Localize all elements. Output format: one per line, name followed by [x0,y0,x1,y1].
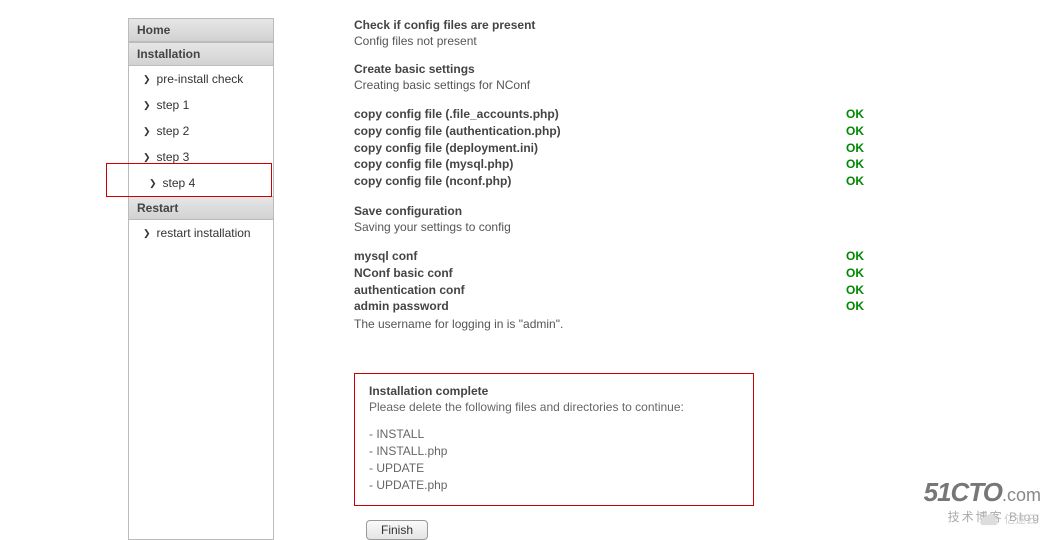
row-label: copy config file (nconf.php) [354,173,511,190]
chevron-right-icon: ❯ [143,127,151,136]
sidebar-item-restart[interactable]: ❯ restart installation [129,220,273,246]
chevron-right-icon: ❯ [143,75,151,84]
nav-header-installation: Installation [129,42,273,66]
sidebar-item-label: step 1 [157,98,190,112]
delete-file: - INSTALL.php [369,443,739,460]
status-ok: OK [846,156,864,173]
delete-file: - INSTALL [369,426,739,443]
chevron-right-icon: ❯ [143,153,151,162]
login-note: The username for logging in is "admin". [354,317,864,331]
cloud-icon [978,512,1000,526]
row-label: copy config file (mysql.php) [354,156,513,173]
status-ok: OK [846,123,864,140]
status-ok: OK [846,248,864,265]
nav-header-restart: Restart [129,196,273,220]
row-label: copy config file (deployment.ini) [354,140,538,157]
nav-header-home[interactable]: Home [129,19,273,42]
copy-row: copy config file (deployment.ini) OK [354,140,864,157]
conf-row: NConf basic conf OK [354,265,864,282]
chevron-right-icon: ❯ [143,101,151,110]
status-ok: OK [846,282,864,299]
delete-file: - UPDATE.php [369,477,739,494]
check-title: Check if config files are present [354,18,864,32]
status-ok: OK [846,173,864,190]
row-label: copy config file (.file_accounts.php) [354,106,559,123]
watermark-yisuyun: 亿速云 [978,511,1037,527]
row-label: mysql conf [354,248,417,265]
sidebar-item-label: step 4 [163,176,196,190]
sidebar-item-step4[interactable]: ❯ step 4 [129,170,273,196]
sidebar-item-step3[interactable]: ❯ step 3 [129,144,273,170]
delete-file: - UPDATE [369,460,739,477]
conf-row: mysql conf OK [354,248,864,265]
installation-complete-box: Installation complete Please delete the … [354,373,754,506]
conf-row: admin password OK [354,298,864,315]
save-title: Save configuration [354,204,864,218]
sidebar-item-label: step 2 [157,124,190,138]
save-msg: Saving your settings to config [354,220,864,234]
status-ok: OK [846,265,864,282]
sidebar-item-label: step 3 [157,150,190,164]
status-ok: OK [846,298,864,315]
sidebar-item-step1[interactable]: ❯ step 1 [129,92,273,118]
conf-row: authentication conf OK [354,282,864,299]
copy-row: copy config file (nconf.php) OK [354,173,864,190]
status-ok: OK [846,106,864,123]
watermark-alt-text: 亿速云 [1004,511,1037,527]
sidebar-nav: Home Installation ❯ pre-install check ❯ st… [128,18,274,540]
row-label: NConf basic conf [354,265,453,282]
complete-title: Installation complete [369,384,739,398]
sidebar-item-preinstall[interactable]: ❯ pre-install check [129,66,273,92]
create-msg: Creating basic settings for NConf [354,78,864,92]
complete-msg: Please delete the following files and di… [369,400,739,414]
chevron-right-icon: ❯ [149,179,157,188]
check-msg: Config files not present [354,34,864,48]
row-label: copy config file (authentication.php) [354,123,561,140]
chevron-right-icon: ❯ [143,229,151,238]
status-ok: OK [846,140,864,157]
row-label: admin password [354,298,449,315]
copy-row: copy config file (mysql.php) OK [354,156,864,173]
copy-row: copy config file (authentication.php) OK [354,123,864,140]
main-content: Check if config files are present Config… [354,18,864,540]
row-label: authentication conf [354,282,465,299]
finish-button[interactable]: Finish [366,520,428,540]
create-title: Create basic settings [354,62,864,76]
sidebar-item-step2[interactable]: ❯ step 2 [129,118,273,144]
copy-row: copy config file (.file_accounts.php) OK [354,106,864,123]
sidebar-item-label: pre-install check [157,72,244,86]
sidebar-item-label: restart installation [157,226,251,240]
